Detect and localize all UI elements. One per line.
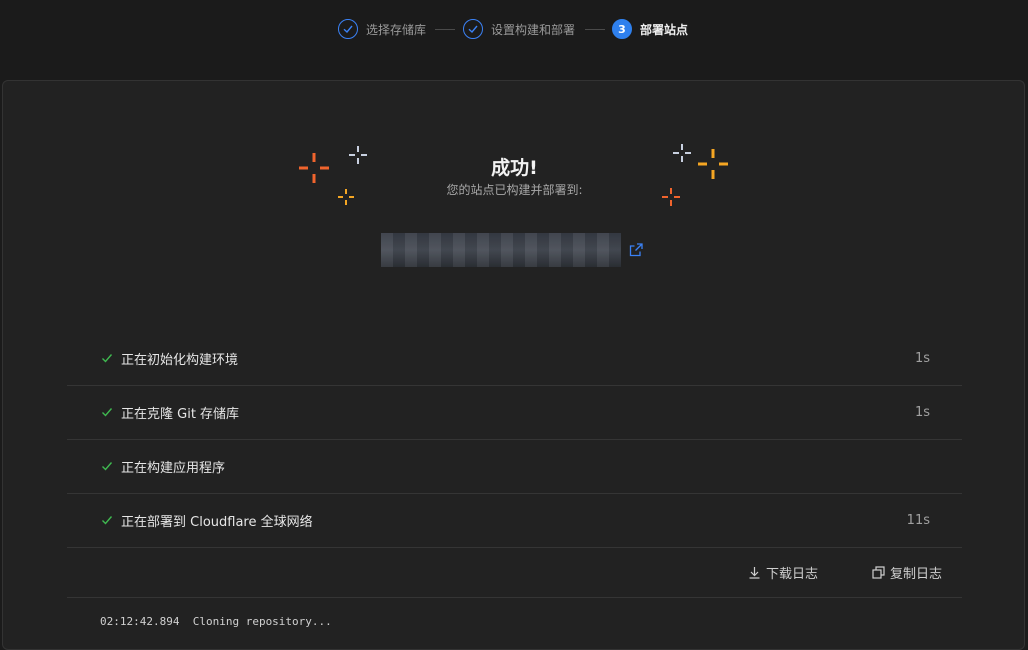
step-number-badge: 3 <box>612 19 632 39</box>
step-deploy-site: 3 部署站点 <box>612 18 688 40</box>
deployment-result-card: 成功! 您的站点已构建并部署到: 正在初始化构建环境 1s 正在克隆 Git 存… <box>2 80 1025 650</box>
step-name: 正在初始化构建环境 <box>121 352 239 368</box>
step-name: 正在部署到 Cloudflare 全球网络 <box>121 514 313 530</box>
copy-icon <box>872 566 885 579</box>
deployed-url-row <box>381 231 643 269</box>
step-divider <box>585 29 605 30</box>
step-build-settings: 设置构建和部署 <box>463 18 575 40</box>
step-duration: 1s <box>914 350 930 366</box>
copy-log-label: 复制日志 <box>890 567 943 582</box>
step-duration: 1s <box>914 404 930 420</box>
log-actions-bar: 下载日志 复制日志 <box>67 547 962 598</box>
log-output-line: 02:12:42.894 Cloning repository... <box>100 615 332 628</box>
check-circle-icon <box>463 19 483 39</box>
success-title: 成功! <box>491 157 538 179</box>
list-item: 正在初始化构建环境 1s <box>67 331 962 386</box>
step-label: 选择存储库 <box>366 22 427 37</box>
success-subtitle: 您的站点已构建并部署到: <box>446 183 583 197</box>
download-log-label: 下载日志 <box>766 567 819 582</box>
step-select-repo: 选择存储库 <box>338 18 426 40</box>
check-icon <box>102 354 113 363</box>
check-icon <box>102 516 113 525</box>
step-label: 设置构建和部署 <box>491 22 576 37</box>
step-divider <box>435 29 455 30</box>
step-name: 正在构建应用程序 <box>121 460 226 476</box>
step-name: 正在克隆 Git 存储库 <box>121 406 240 422</box>
list-item: 正在部署到 Cloudflare 全球网络 11s <box>67 493 962 548</box>
deployed-url-link[interactable] <box>381 233 621 267</box>
step-label: 部署站点 <box>640 22 689 37</box>
check-circle-icon <box>338 19 358 39</box>
deployment-stepper: 选择存储库 设置构建和部署 3 部署站点 <box>0 0 1028 60</box>
check-icon <box>102 462 113 471</box>
download-icon <box>749 567 760 579</box>
download-log-button[interactable]: 下载日志 <box>748 563 818 582</box>
list-item: 正在克隆 Git 存储库 1s <box>67 385 962 440</box>
step-duration: 11s <box>906 512 930 528</box>
check-icon <box>102 408 113 417</box>
copy-log-button[interactable]: 复制日志 <box>872 563 942 582</box>
list-item: 正在构建应用程序 <box>67 439 962 494</box>
external-link-icon[interactable] <box>629 243 643 257</box>
